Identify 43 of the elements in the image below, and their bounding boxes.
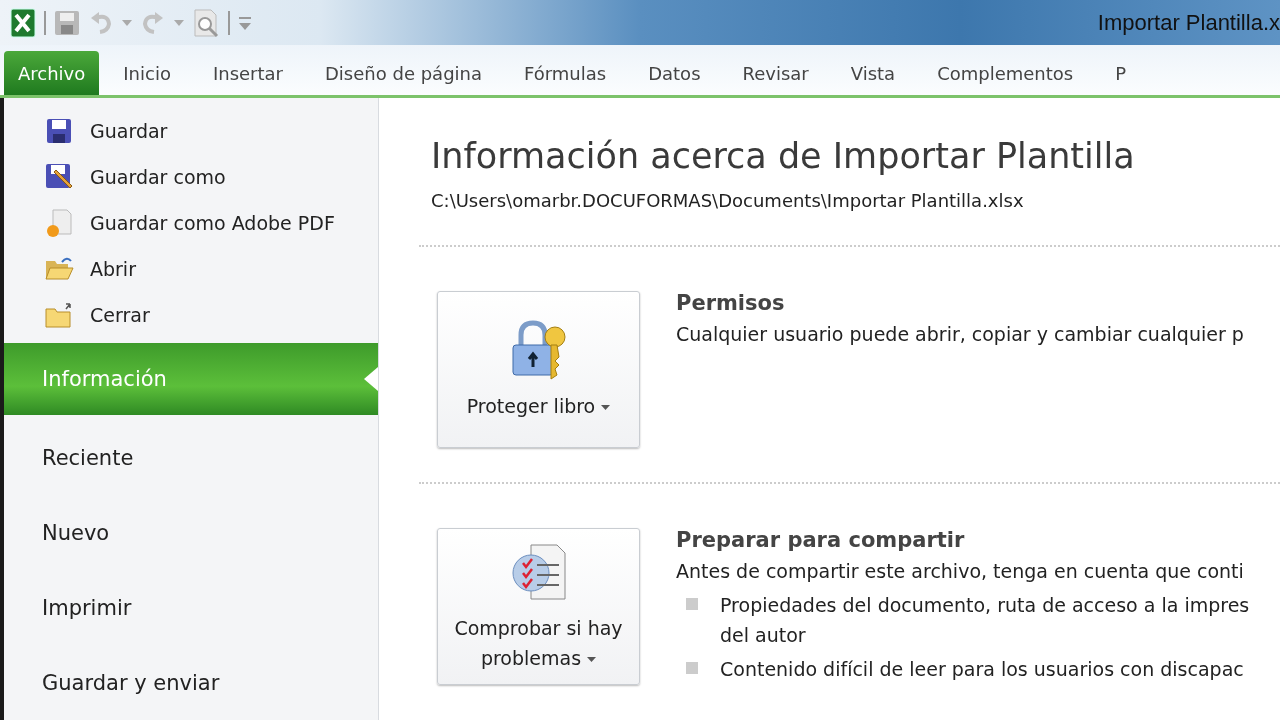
dropdown-caret-icon[interactable] xyxy=(174,19,184,26)
open-folder-icon xyxy=(44,255,74,283)
ribbon-tab[interactable]: Diseño de página xyxy=(307,51,500,95)
menu-item[interactable]: Nuevo xyxy=(4,495,378,570)
ribbon-tab[interactable]: Fórmulas xyxy=(506,51,625,95)
ribbon-tab[interactable]: Complementos xyxy=(919,51,1092,95)
bullet-text: Contenido difícil de leer para los usuarios con discapac xyxy=(720,657,1245,682)
window-title: Importar Plantilla.x xyxy=(1097,9,1280,36)
dropdown-caret-icon xyxy=(601,404,611,410)
section-heading: Preparar para compartir xyxy=(676,528,966,552)
menu-item[interactable]: Reciente xyxy=(4,420,378,495)
ribbon-tab[interactable]: Insertar xyxy=(194,51,301,95)
menu-item[interactable]: Guardar como xyxy=(4,154,378,200)
section-description: Cualquier usuario puede abrir, copiar y cambiar cualquier p xyxy=(676,323,1244,345)
save-icon[interactable] xyxy=(54,9,80,36)
section-heading: Permisos xyxy=(676,291,786,315)
ribbon-tab[interactable]: P xyxy=(1097,51,1145,95)
pdf-document-icon xyxy=(45,208,73,238)
page-title: Información acerca de Importar Plantilla xyxy=(431,136,1136,176)
ribbon-tab[interactable]: Revisar xyxy=(724,51,827,95)
menu-item[interactable]: Guardar y enviar xyxy=(4,645,378,720)
file-path: C:\Users\omarbr.DOCUFORMAS\Documents\Importar Plantilla.xlsx xyxy=(431,190,1025,211)
ribbon-tab[interactable]: Inicio xyxy=(105,51,189,95)
menu-item[interactable]: Abrir xyxy=(4,246,378,292)
ribbon-tab[interactable]: Datos xyxy=(630,51,719,95)
ribbon-tab[interactable]: Archivo xyxy=(4,51,100,95)
dropdown-caret-icon xyxy=(587,656,597,662)
menu-item[interactable]: Guardar como Adobe PDF xyxy=(4,200,378,246)
bullet-icon xyxy=(686,598,698,610)
bullet-icon xyxy=(686,662,698,674)
menu-item[interactable]: Cerrar xyxy=(4,292,378,338)
folder-icon xyxy=(44,301,74,329)
dropdown-caret-icon[interactable] xyxy=(122,19,132,26)
action-button[interactable]: Proteger libro xyxy=(437,291,640,448)
menu-item[interactable]: Imprimir xyxy=(4,570,378,645)
menu-item[interactable]: Guardar xyxy=(4,108,378,154)
ribbon-tab[interactable]: Vista xyxy=(832,51,914,95)
excel-logo-icon xyxy=(10,7,36,38)
action-button[interactable]: Comprobar si hay problemas xyxy=(437,528,640,685)
section-description: Antes de compartir este archivo, tenga en cuenta que conti xyxy=(676,560,1245,582)
print-preview-icon[interactable] xyxy=(192,7,220,38)
save-icon xyxy=(45,117,73,145)
bullet-text: Propiedades del documento, ruta de acceso a la impres del autor xyxy=(720,593,1251,648)
